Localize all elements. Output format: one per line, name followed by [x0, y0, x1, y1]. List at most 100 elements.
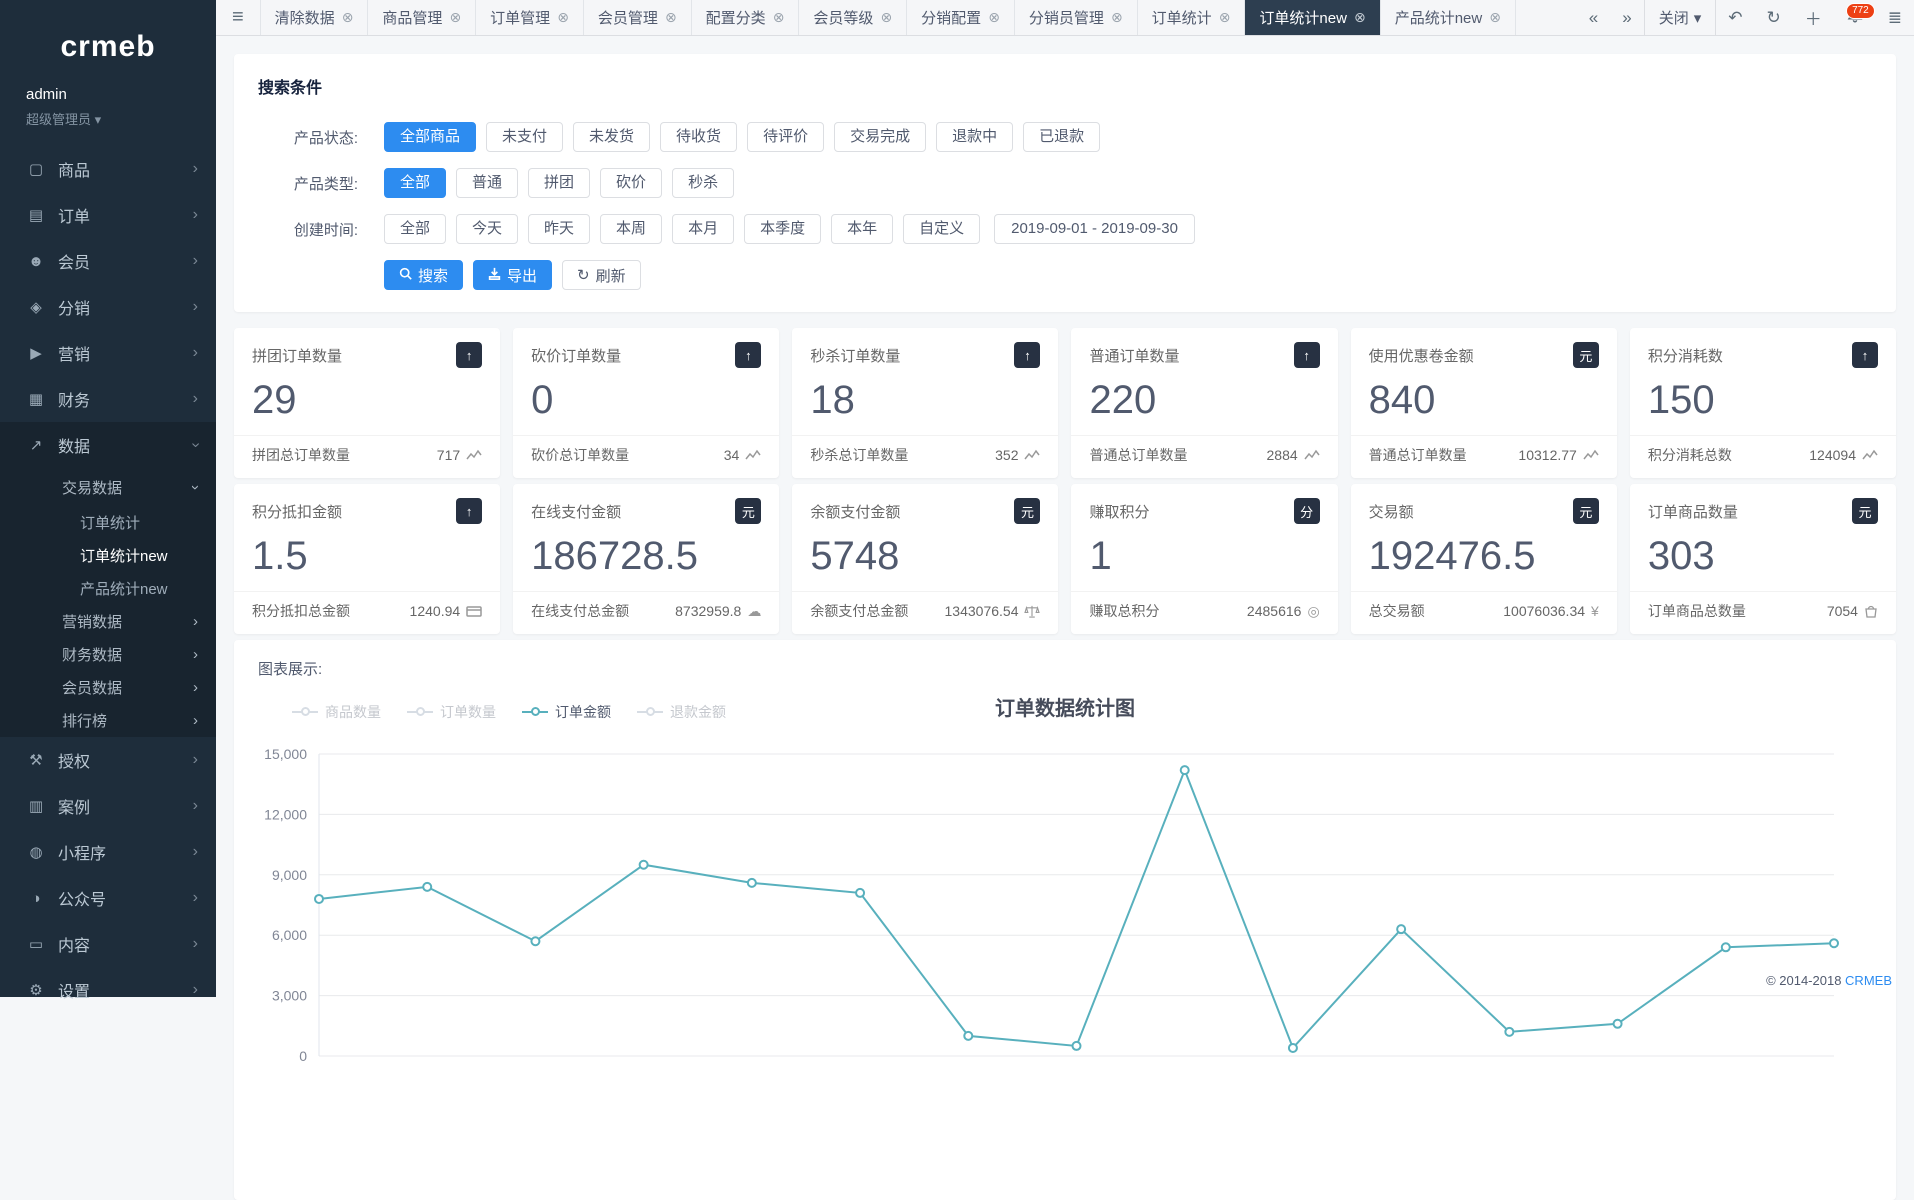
- card-foot-value: 2884: [1267, 447, 1298, 463]
- sidebar-item-content[interactable]: ▭内容›: [0, 921, 216, 967]
- scroll-tabs-left-button[interactable]: «: [1577, 0, 1610, 35]
- user-role-dropdown[interactable]: 超级管理员 ▾: [26, 109, 190, 128]
- tab-distribution-config[interactable]: 分销配置⊗: [907, 0, 1015, 35]
- sidebar-item-mini-program[interactable]: ◍小程序›: [0, 829, 216, 875]
- chevron-right-icon: ›: [193, 751, 198, 769]
- filter-time-today[interactable]: 今天: [456, 214, 518, 244]
- crmeb-link[interactable]: CRMEB: [1845, 973, 1892, 988]
- filter-type-group-buy[interactable]: 拼团: [528, 168, 590, 198]
- filter-status-completed[interactable]: 交易完成: [834, 122, 926, 152]
- filter-status-refunding[interactable]: 退款中: [936, 122, 1013, 152]
- sidebar-item-authorization[interactable]: ⚒授权›: [0, 737, 216, 783]
- tab-close-icon[interactable]: ⊗: [988, 9, 1000, 26]
- sidebar-item-official-account[interactable]: ◑公众号›: [0, 875, 216, 921]
- tab-order-manage[interactable]: 订单管理⊗: [476, 0, 584, 35]
- filter-type-seckill[interactable]: 秒杀: [672, 168, 734, 198]
- tab-close-icon[interactable]: ⊗: [1111, 9, 1123, 26]
- tab-clear-data[interactable]: 清除数据⊗: [260, 0, 369, 35]
- filter-type-bargain[interactable]: 砍价: [600, 168, 662, 198]
- undo-button[interactable]: ↶: [1716, 0, 1754, 35]
- filter-type-normal[interactable]: 普通: [456, 168, 518, 198]
- sidebar-item-distribution[interactable]: ◈分销›: [0, 284, 216, 330]
- tab-close-icon[interactable]: ⊗: [1489, 9, 1501, 26]
- tab-close-icon[interactable]: ⊗: [557, 9, 569, 26]
- filter-status-awaiting-review[interactable]: 待评价: [747, 122, 824, 152]
- data-point-marker[interactable]: [1505, 1028, 1513, 1036]
- chevron-right-icon: ›: [193, 981, 198, 999]
- data-point-marker[interactable]: [1397, 925, 1405, 933]
- filter-type-all[interactable]: 全部: [384, 168, 446, 198]
- sidebar-item-goods[interactable]: ▢商品›: [0, 146, 216, 192]
- tab-member-level[interactable]: 会员等级⊗: [799, 0, 907, 35]
- chart-title: 订单数据统计图: [234, 692, 1896, 721]
- tab-close-icon[interactable]: ⊗: [1219, 9, 1231, 26]
- sidebar-item-marketing[interactable]: ▶营销›: [0, 330, 216, 376]
- sidebar-item-product-stats-new[interactable]: 产品统计new: [0, 572, 216, 605]
- tab-config-category[interactable]: 配置分类⊗: [692, 0, 800, 35]
- bank-card-icon: [466, 605, 482, 617]
- data-point-marker[interactable]: [1181, 766, 1189, 774]
- data-point-marker[interactable]: [856, 889, 864, 897]
- sidebar-item-order-stats-new[interactable]: 订单统计new: [0, 539, 216, 572]
- more-menu-button[interactable]: ≣: [1876, 0, 1914, 35]
- filter-status-refunded[interactable]: 已退款: [1023, 122, 1100, 152]
- filter-time-custom[interactable]: 自定义: [903, 214, 980, 244]
- filter-status-unshipped[interactable]: 未发货: [573, 122, 650, 152]
- sidebar-item-trade-data[interactable]: 交易数据›: [0, 468, 216, 506]
- sidebar-item-marketing-data[interactable]: 营销数据›: [0, 605, 216, 638]
- export-button[interactable]: 导出: [473, 260, 552, 290]
- tab-distributor-manage[interactable]: 分销员管理⊗: [1015, 0, 1138, 35]
- sidebar-item-ranking[interactable]: 排行榜›: [0, 704, 216, 737]
- date-range-input[interactable]: 2019-09-01 - 2019-09-30: [994, 214, 1195, 244]
- refresh-button[interactable]: ↻ 刷新: [562, 260, 641, 290]
- tab-member-manage[interactable]: 会员管理⊗: [584, 0, 692, 35]
- data-point-marker[interactable]: [315, 895, 323, 903]
- filter-time-this-quarter[interactable]: 本季度: [744, 214, 821, 244]
- tab-close-icon[interactable]: ⊗: [665, 9, 677, 26]
- refresh-page-button[interactable]: ↻: [1755, 0, 1793, 35]
- data-point-marker[interactable]: [1073, 1042, 1081, 1050]
- filter-time-yesterday[interactable]: 昨天: [528, 214, 590, 244]
- data-point-marker[interactable]: [964, 1032, 972, 1040]
- tab-order-stats-new[interactable]: 订单统计new⊗: [1245, 0, 1380, 35]
- tab-order-stats[interactable]: 订单统计⊗: [1138, 0, 1246, 35]
- tab-close-icon[interactable]: ⊗: [1354, 9, 1366, 26]
- filter-status-unpaid[interactable]: 未支付: [486, 122, 563, 152]
- sidebar-item-cases[interactable]: ▥案例›: [0, 783, 216, 829]
- data-point-marker[interactable]: [1830, 939, 1838, 947]
- data-point-marker[interactable]: [1289, 1044, 1297, 1052]
- sidebar-item-data[interactable]: ↗数据›: [0, 422, 216, 468]
- data-point-marker[interactable]: [1722, 943, 1730, 951]
- sidebar-item-member-data[interactable]: 会员数据›: [0, 671, 216, 704]
- tab-close-icon[interactable]: ⊗: [880, 9, 892, 26]
- data-point-marker[interactable]: [640, 861, 648, 869]
- collapse-sidebar-button[interactable]: ≡: [216, 0, 260, 35]
- filter-time-this-week[interactable]: 本周: [600, 214, 662, 244]
- send-icon: ▶: [26, 344, 46, 362]
- search-button[interactable]: 搜索: [384, 260, 463, 290]
- close-tabs-dropdown[interactable]: 关闭▾: [1644, 0, 1717, 35]
- data-point-marker[interactable]: [423, 883, 431, 891]
- scroll-tabs-right-button[interactable]: »: [1610, 0, 1643, 35]
- fullscreen-button[interactable]: ＋: [1793, 0, 1834, 35]
- tab-product-manage[interactable]: 商品管理⊗: [368, 0, 476, 35]
- sidebar-item-finance[interactable]: ▦财务›: [0, 376, 216, 422]
- tab-close-icon[interactable]: ⊗: [342, 9, 354, 26]
- tab-close-icon[interactable]: ⊗: [773, 9, 785, 26]
- sidebar-item-orders[interactable]: ▤订单›: [0, 192, 216, 238]
- filter-status-awaiting-receipt[interactable]: 待收货: [660, 122, 737, 152]
- filter-time-this-month[interactable]: 本月: [672, 214, 734, 244]
- sidebar-item-order-stats[interactable]: 订单统计: [0, 506, 216, 539]
- tab-close-icon[interactable]: ⊗: [449, 9, 461, 26]
- sidebar-item-finance-data[interactable]: 财务数据›: [0, 638, 216, 671]
- filter-status-all[interactable]: 全部商品: [384, 122, 476, 152]
- notifications-button[interactable]: 772: [1834, 0, 1876, 35]
- data-point-marker[interactable]: [748, 879, 756, 887]
- tab-product-stats-new[interactable]: 产品统计new⊗: [1381, 0, 1516, 35]
- sidebar-item-members[interactable]: ☻会员›: [0, 238, 216, 284]
- data-point-marker[interactable]: [1614, 1020, 1622, 1028]
- filter-time-all[interactable]: 全部: [384, 214, 446, 244]
- filter-time-this-year[interactable]: 本年: [831, 214, 893, 244]
- sidebar-menu: ▢商品› ▤订单› ☻会员› ◈分销› ▶营销› ▦财务› ↗数据› 交易数据›…: [0, 146, 216, 1013]
- data-point-marker[interactable]: [531, 937, 539, 945]
